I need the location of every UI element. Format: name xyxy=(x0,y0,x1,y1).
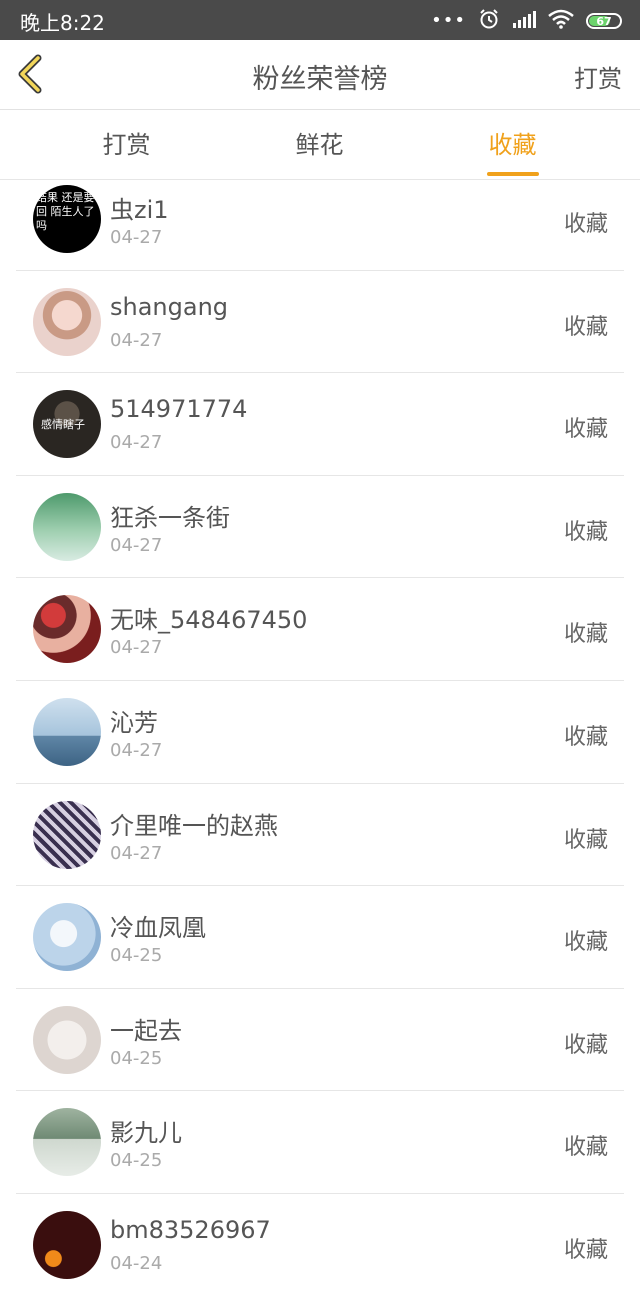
list-item[interactable]: 狂杀一条街 04-27 收藏 xyxy=(16,476,624,579)
date: 04-27 xyxy=(110,739,163,761)
tab-favorites-label: 收藏 xyxy=(488,131,537,159)
date: 04-24 xyxy=(110,1252,163,1274)
avatar xyxy=(33,903,101,972)
date: 04-25 xyxy=(110,1150,163,1172)
user-name: 沁芳 xyxy=(110,708,158,737)
date: 04-27 xyxy=(110,534,163,556)
date: 04-27 xyxy=(110,227,163,248)
list-item[interactable]: 感情瞎子 514971774 04-27 收藏 xyxy=(16,373,624,476)
action-label: 收藏 xyxy=(563,314,608,340)
fan-list: 结果 还是要回 陌生人了吗 虫zi1 04-27 收藏 shangang 04-… xyxy=(0,168,640,1297)
list-item[interactable]: 结果 还是要回 陌生人了吗 虫zi1 04-27 收藏 xyxy=(16,168,624,271)
avatar xyxy=(33,800,101,869)
action-label: 收藏 xyxy=(563,1032,608,1058)
action-label: 收藏 xyxy=(563,930,608,956)
alarm-icon xyxy=(478,8,500,34)
action-label: 收藏 xyxy=(563,519,608,545)
action-label: 收藏 xyxy=(563,1135,608,1161)
date: 04-25 xyxy=(110,1047,163,1069)
avatar xyxy=(33,595,101,664)
reward-button[interactable]: 打赏 xyxy=(574,59,622,94)
action-label: 收藏 xyxy=(563,724,608,750)
user-name: bm83526967 xyxy=(110,1215,271,1244)
avatar xyxy=(33,1210,101,1279)
avatar-text: 感情瞎子 xyxy=(41,418,85,432)
user-name: 无味_548467450 xyxy=(110,606,308,635)
list-item[interactable]: 冷血凤凰 04-25 收藏 xyxy=(16,886,624,989)
avatar xyxy=(33,1108,101,1177)
list-item[interactable]: 介里唯一的赵燕 04-27 收藏 xyxy=(16,784,624,887)
list-item[interactable]: shangang 04-27 收藏 xyxy=(16,271,624,374)
list-item[interactable]: 一起去 04-25 收藏 xyxy=(16,989,624,1092)
list-item[interactable]: 沁芳 04-27 收藏 xyxy=(16,681,624,784)
action-label: 收藏 xyxy=(563,417,608,443)
user-name: 狂杀一条街 xyxy=(110,503,230,532)
status-icons: ••• 67 xyxy=(431,8,622,34)
avatar: 结果 还是要回 陌生人了吗 xyxy=(33,185,101,253)
user-name: 介里唯一的赵燕 xyxy=(110,811,278,840)
more-dots-icon: ••• xyxy=(431,10,466,31)
action-label: 收藏 xyxy=(563,622,608,648)
signal-icon xyxy=(512,10,536,32)
avatar-text: 结果 还是要回 陌生人了吗 xyxy=(36,191,95,232)
user-name: 一起去 xyxy=(110,1016,182,1045)
list-item[interactable]: 影九儿 04-25 收藏 xyxy=(16,1091,624,1194)
status-time: 晚上8:22 xyxy=(20,11,105,35)
user-name: 514971774 xyxy=(110,395,248,424)
title-bar: 粉丝荣誉榜 打赏 xyxy=(0,40,640,110)
action-label: 收藏 xyxy=(563,1237,608,1263)
avatar: 感情瞎子 xyxy=(33,390,101,459)
avatar xyxy=(33,697,101,766)
status-bar: 晚上8:22 ••• 67 xyxy=(0,0,640,40)
list-item[interactable]: 无味_548467450 04-27 收藏 xyxy=(16,578,624,681)
battery-icon: 67 xyxy=(586,13,622,29)
action-label: 收藏 xyxy=(563,827,608,853)
user-name: 影九儿 xyxy=(110,1119,182,1148)
date: 04-25 xyxy=(110,945,163,967)
action-label: 收藏 xyxy=(563,212,608,237)
list-item[interactable]: bm83526967 04-24 收藏 xyxy=(16,1194,624,1297)
battery-level: 67 xyxy=(596,14,612,28)
avatar xyxy=(33,1005,101,1074)
user-name: 冷血凤凰 xyxy=(110,914,206,943)
date: 04-27 xyxy=(110,432,163,454)
wifi-icon xyxy=(548,9,574,33)
avatar xyxy=(33,492,101,561)
user-name: 虫zi1 xyxy=(110,196,169,224)
page-title: 粉丝荣誉榜 xyxy=(252,64,388,95)
avatar xyxy=(33,287,101,356)
date: 04-27 xyxy=(110,637,163,659)
user-name: shangang xyxy=(110,292,229,321)
date: 04-27 xyxy=(110,842,163,864)
date: 04-27 xyxy=(110,329,163,351)
